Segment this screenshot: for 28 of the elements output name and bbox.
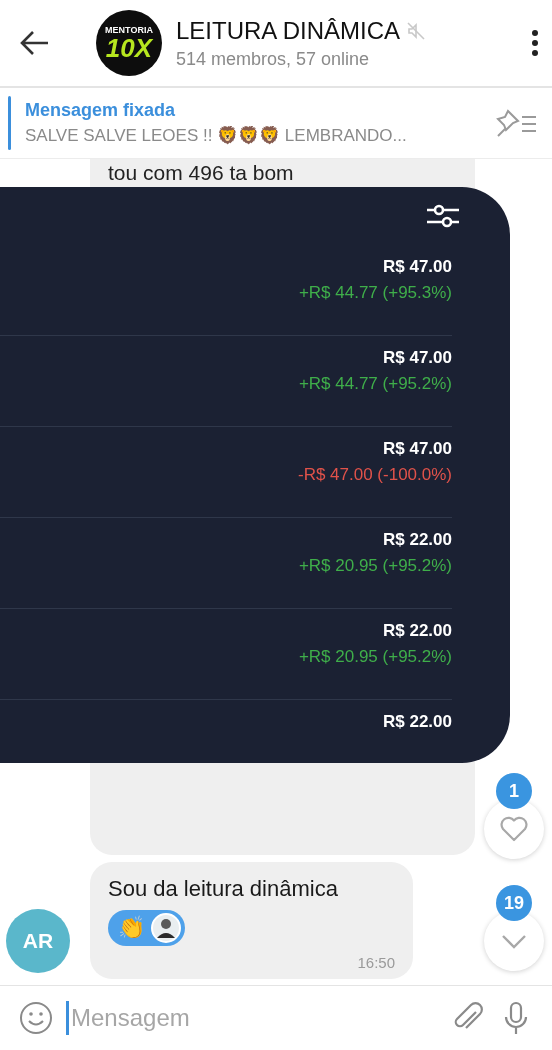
- pinned-title: Mensagem fixada: [25, 100, 177, 121]
- emoji-icon[interactable]: [18, 1000, 54, 1036]
- user-avatar-icon: [151, 913, 181, 943]
- message-text: Sou da leitura dinâmica: [108, 876, 339, 902]
- change-text: +R$ 44.77 (+95.2%): [298, 374, 452, 394]
- price-text: R$ 22.00: [383, 621, 452, 641]
- change-text: +R$ 20.95 (+95.2%): [298, 647, 452, 667]
- price-text: R$ 22.00: [383, 712, 452, 732]
- price-text: R$ 47.00: [383, 348, 452, 368]
- count-badge: 1: [496, 773, 532, 809]
- group-logo[interactable]: MENTORIA 10X: [96, 10, 162, 76]
- reaction-chip[interactable]: 👏: [108, 910, 185, 946]
- member-count: 514 membros, 57 online: [176, 48, 371, 70]
- message-time: 16:50: [357, 954, 395, 971]
- message-input[interactable]: Mensagem: [71, 1004, 438, 1032]
- reaction-emoji: 👏: [118, 915, 145, 941]
- pinned-text: SALVE SALVE LEOES !! 🦁🦁🦁 LEMBRANDO...: [25, 125, 408, 146]
- change-text: +R$ 20.95 (+95.2%): [298, 556, 452, 576]
- change-text: -R$ 47.00 (-100.0%): [297, 465, 452, 485]
- change-text: +R$ 44.77 (+95.3%): [298, 283, 452, 303]
- chat-title: LEITURA DINÂMICA: [176, 16, 401, 45]
- avatar[interactable]: AR: [6, 909, 70, 973]
- price-text: R$ 47.00: [383, 257, 452, 277]
- message-text: tou com 496 ta bom: [107, 160, 295, 186]
- price-text: R$ 22.00: [383, 530, 452, 550]
- more-icon[interactable]: [530, 28, 540, 58]
- count-badge: 19: [496, 885, 532, 921]
- price-text: R$ 47.00: [383, 439, 452, 459]
